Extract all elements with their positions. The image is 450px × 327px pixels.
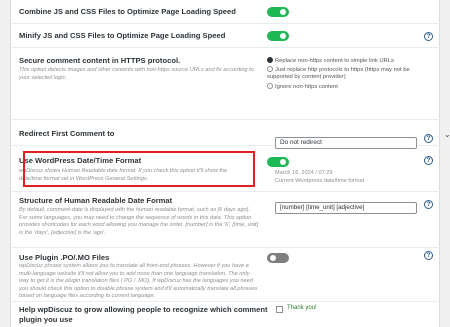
https-option-ignore[interactable]: Ignore non-https content xyxy=(267,83,417,91)
help-grow-checkbox[interactable] xyxy=(276,306,283,313)
combine-label: Combine JS and CSS Files to Optimize Pag… xyxy=(19,7,236,16)
po-mo-toggle[interactable] xyxy=(267,253,289,263)
chevron-down-icon[interactable]: ⌄ xyxy=(444,130,450,139)
human-date-input[interactable]: [number] [time_unit] [adjective] xyxy=(275,202,417,214)
toggle-knob xyxy=(280,9,286,15)
thanks-text: Thank you! xyxy=(287,305,317,311)
minify-label: Minify JS and CSS Files to Optimize Page… xyxy=(19,31,226,40)
setting-redirect: Redirect First Comment to Do not redirec… xyxy=(11,120,441,149)
setting-combine: Combine JS and CSS Files to Optimize Pag… xyxy=(11,0,441,24)
setting-human-date: Structure of Human Readable Date Format … xyxy=(11,192,441,248)
setting-minify: Minify JS and CSS Files to Optimize Page… xyxy=(11,24,441,48)
radio-unchecked-icon xyxy=(267,83,273,89)
https-option-label: Replace non-https content to simple link… xyxy=(275,58,394,64)
toggle-knob xyxy=(280,159,286,165)
datetime-toggle[interactable] xyxy=(267,157,289,167)
https-option-replace-links[interactable]: Replace non-https content to simple link… xyxy=(267,57,417,65)
help-icon[interactable]: ? xyxy=(424,251,433,260)
https-option-label: Ignore non-https content xyxy=(275,84,338,90)
help-icon[interactable]: ? xyxy=(424,32,433,41)
help-grow-label: Help wpDiscuz to grow allowing people to… xyxy=(19,305,268,324)
po-mo-description: wpDiscuz phrase system allows you to tra… xyxy=(19,263,258,300)
radio-checked-icon xyxy=(267,57,273,63)
https-label: Secure comment content in HTTPS protocol… xyxy=(19,56,181,65)
setting-help-grow: Help wpDiscuz to grow allowing people to… xyxy=(11,302,441,327)
toggle-knob xyxy=(270,255,276,261)
https-option-replace-protocol[interactable]: Just replace http protocols to https (ht… xyxy=(267,66,417,82)
redirect-label: Redirect First Comment to xyxy=(19,129,115,138)
datetime-sample-caption: Current Wordpress date/time format xyxy=(275,178,365,184)
radio-unchecked-icon xyxy=(267,66,273,72)
human-date-description: By default, comment-date is displayed wi… xyxy=(19,207,259,236)
help-icon[interactable]: ? xyxy=(424,200,433,209)
po-mo-label: Use Plugin .PO/.MO Files xyxy=(19,253,110,262)
datetime-sample: March 16, 2024 / 07:29 xyxy=(275,170,333,176)
help-icon[interactable]: ? xyxy=(424,156,433,165)
https-option-label: Just replace http protocols to https (ht… xyxy=(267,67,410,81)
setting-po-mo: Use Plugin .PO/.MO Files wpDiscuz phrase… xyxy=(11,248,441,302)
human-date-label: Structure of Human Readable Date Format xyxy=(19,196,173,205)
combine-toggle[interactable] xyxy=(267,7,289,17)
help-icon[interactable]: ? xyxy=(424,134,433,143)
settings-panel: Combine JS and CSS Files to Optimize Pag… xyxy=(10,0,450,327)
https-description: This option detects images and other con… xyxy=(19,67,254,81)
highlight-box xyxy=(23,151,255,187)
minify-toggle[interactable] xyxy=(267,31,289,41)
setting-https: Secure comment content in HTTPS protocol… xyxy=(11,48,441,120)
toggle-knob xyxy=(280,33,286,39)
